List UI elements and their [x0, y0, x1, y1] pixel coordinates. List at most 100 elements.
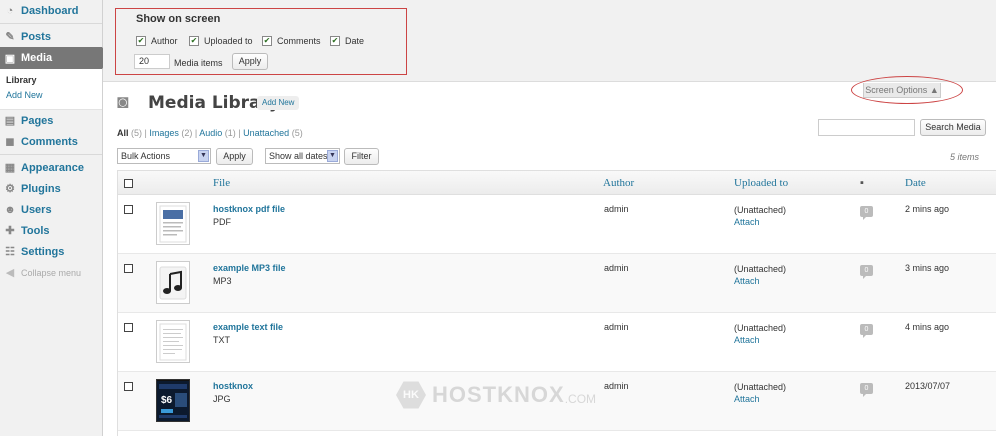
text-thumbnail[interactable]	[156, 320, 190, 363]
pdf-document-icon	[159, 205, 187, 242]
items-count: 5 items	[950, 152, 980, 162]
filter-unattached[interactable]: Unattached	[243, 128, 289, 138]
row-checkbox[interactable]	[124, 264, 133, 273]
media-icon: ▣	[4, 52, 16, 65]
row-checkbox[interactable]	[124, 323, 133, 332]
row-checkbox[interactable]	[124, 382, 133, 391]
users-icon: ☻	[4, 203, 16, 216]
sidebar-item-media[interactable]: ▣ Media	[0, 47, 110, 69]
image-preview-icon: $6	[157, 380, 189, 421]
date-filter-select[interactable]: Show all dates ▼	[265, 148, 340, 164]
per-page-input[interactable]: 20	[134, 54, 170, 69]
audio-thumbnail[interactable]	[156, 261, 190, 304]
column-toggle-uploaded[interactable]: ✔ Uploaded to	[189, 36, 253, 46]
uploaded-status: (Unattached)	[734, 205, 787, 215]
file-name-link[interactable]: example MP3 file	[213, 263, 286, 273]
add-new-button[interactable]: Add New	[257, 96, 300, 110]
checkbox-checked[interactable]: ✔	[262, 36, 272, 46]
sidebar-item-label: Users	[21, 203, 52, 216]
plugins-icon: ⚙	[5, 183, 15, 195]
column-toggle-author[interactable]: ✔ Author	[136, 36, 178, 46]
column-header-author[interactable]: Author	[603, 177, 634, 189]
comment-count-bubble[interactable]: 0	[860, 265, 873, 279]
sidebar-item-users[interactable]: ☻ Users	[0, 199, 102, 220]
screen-options-title: Show on screen	[136, 13, 221, 25]
sidebar-item-appearance[interactable]: ▦ Appearance	[0, 157, 102, 178]
uploaded-to: (Unattached) Attach	[734, 263, 786, 287]
chevron-down-icon: ▼	[327, 150, 338, 162]
sidebar-item-settings[interactable]: ☷ Settings	[0, 241, 102, 262]
comments-column-icon[interactable]: ▪	[860, 177, 864, 189]
filter-count: (2)	[181, 128, 193, 138]
collapse-icon: ◀	[5, 267, 15, 279]
media-type-filters: All (5) | Images (2) | Audio (1) | Unatt…	[117, 128, 303, 138]
filter-images[interactable]: Images	[149, 128, 179, 138]
search-media-button[interactable]: Search Media	[920, 119, 986, 136]
column-toggle-label: Author	[151, 36, 178, 46]
select-all-checkbox[interactable]	[124, 179, 133, 188]
sidebar-item-label: Plugins	[21, 182, 61, 195]
attach-link[interactable]: Attach	[734, 275, 786, 287]
collapse-menu-label: Collapse menu	[21, 267, 82, 278]
column-header-date[interactable]: Date	[905, 177, 926, 189]
column-header-uploaded[interactable]: Uploaded to	[734, 177, 788, 189]
column-header-file[interactable]: File	[213, 177, 230, 189]
media-submenu: Library Add New	[0, 69, 102, 110]
uploaded-to: (Unattached) Attach	[734, 322, 786, 346]
sidebar-item-dashboard[interactable]: ◔ Dashboard	[0, 0, 102, 21]
appearance-icon: ▦	[4, 162, 16, 174]
checkbox-checked[interactable]: ✔	[189, 36, 199, 46]
per-page-label: Media items	[174, 58, 223, 68]
screen-options-apply-button[interactable]: Apply	[232, 53, 268, 70]
submenu-library[interactable]: Library	[6, 73, 102, 88]
comment-count-bubble[interactable]: 0	[860, 206, 873, 220]
file-date: 3 mins ago	[905, 263, 950, 273]
filter-all[interactable]: All	[117, 128, 129, 138]
sidebar-item-tools[interactable]: ✚ Tools	[0, 220, 102, 241]
checkbox-checked[interactable]: ✔	[136, 36, 146, 46]
column-toggle-comments[interactable]: ✔ Comments	[262, 36, 321, 46]
attach-link[interactable]: Attach	[734, 393, 786, 405]
sidebar-item-pages[interactable]: ▤ Pages	[0, 110, 102, 131]
image-thumbnail[interactable]: $6	[156, 379, 190, 422]
pdf-thumbnail[interactable]	[156, 202, 190, 245]
admin-sidebar: ◔ Dashboard ✎ Posts ▣ Media Library Add New…	[0, 0, 110, 436]
media-library-icon: ◙	[117, 92, 129, 113]
comment-count-bubble[interactable]: 0	[860, 383, 873, 397]
sidebar-item-posts[interactable]: ✎ Posts	[0, 26, 102, 47]
column-toggle-date[interactable]: ✔ Date	[330, 36, 364, 46]
file-name-link[interactable]: example text file	[213, 322, 283, 332]
dashboard-icon: ◔	[6, 4, 14, 17]
collapse-menu-button[interactable]: ◀ Collapse menu	[0, 262, 102, 283]
sidebar-item-comments[interactable]: ◼ Comments	[0, 131, 102, 152]
file-type: MP3	[213, 276, 232, 286]
filter-count: (5)	[291, 128, 303, 138]
bulk-actions-select[interactable]: Bulk Actions ▼	[117, 148, 211, 164]
file-name-link[interactable]: hostknox pdf file	[213, 204, 285, 214]
attach-link[interactable]: Attach	[734, 334, 786, 346]
filter-audio[interactable]: Audio	[199, 128, 222, 138]
file-author: admin	[604, 381, 629, 391]
attach-link[interactable]: Attach	[734, 216, 786, 228]
sidebar-item-plugins[interactable]: ⚙ Plugins	[0, 178, 102, 199]
posts-icon: ✎	[5, 31, 15, 43]
comment-count-bubble[interactable]: 0	[860, 324, 873, 338]
filter-button[interactable]: Filter	[344, 148, 379, 165]
table-row: hostknox pdf file PDF admin (Unattached)…	[118, 195, 996, 254]
comments-icon: ◼	[5, 136, 15, 148]
chevron-down-icon: ▼	[198, 150, 209, 162]
bulk-actions-value: Bulk Actions	[121, 151, 171, 161]
sidebar-item-label: Posts	[21, 30, 51, 43]
filter-count: (5)	[131, 128, 143, 138]
file-name-link[interactable]: hostknox	[213, 381, 253, 391]
row-checkbox[interactable]	[124, 205, 133, 214]
submenu-add-new[interactable]: Add New	[6, 88, 102, 103]
uploaded-status: (Unattached)	[734, 323, 787, 333]
bulk-apply-button[interactable]: Apply	[216, 148, 253, 165]
table-row: example text file TXT admin (Unattached)…	[118, 313, 996, 372]
search-media-input[interactable]	[818, 119, 915, 136]
file-author: admin	[604, 322, 629, 332]
tools-icon: ✚	[5, 225, 15, 237]
checkbox-checked[interactable]: ✔	[330, 36, 340, 46]
settings-icon: ☷	[5, 246, 15, 258]
